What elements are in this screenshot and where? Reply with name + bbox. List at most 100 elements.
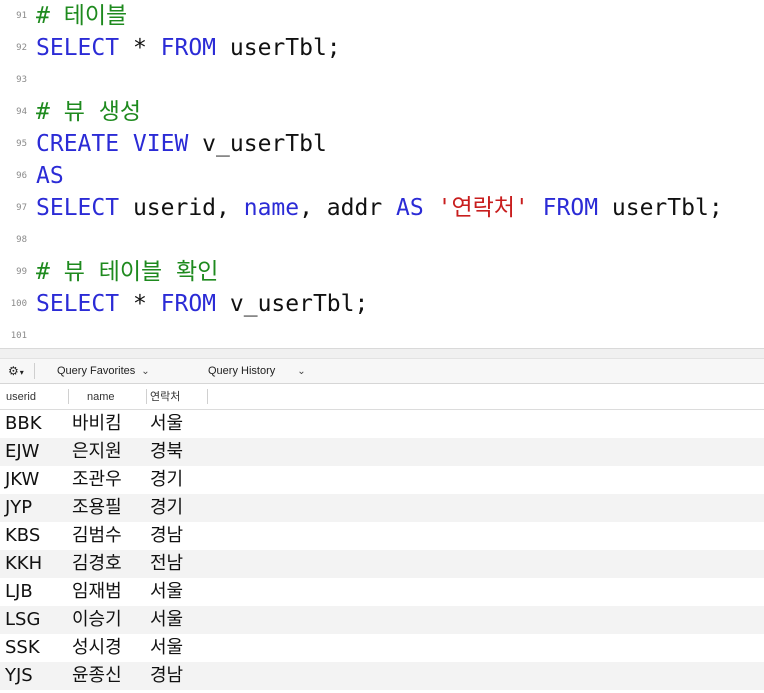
cell-name[interactable]: 바비킴 (72, 410, 122, 438)
code-text: SELECT userid, name, addr AS '연락처' FROM … (36, 192, 723, 224)
sql-keyword: FROM (160, 291, 217, 317)
sql-text: userTbl; (598, 195, 723, 221)
query-history-button[interactable]: Query History ⌄ (208, 359, 306, 383)
table-row[interactable]: KKH 김경호 전남 (0, 550, 764, 578)
cell-userid[interactable]: LJB (5, 578, 33, 606)
line-number: 95 (16, 139, 27, 149)
cell-name[interactable]: 임재범 (72, 578, 122, 606)
code-line[interactable]: 97 SELECT userid, name, addr AS '연락처' FRO… (0, 192, 764, 224)
cell-userid[interactable]: KKH (5, 550, 42, 578)
sql-text: * (119, 291, 161, 317)
table-row[interactable]: JKW 조관우 경기 (0, 466, 764, 494)
cell-name[interactable]: 김범수 (72, 522, 122, 550)
cell-name[interactable]: 성시경 (72, 634, 122, 662)
cell-userid[interactable]: JKW (5, 466, 39, 494)
results-header: userid name 연락처 (0, 384, 764, 410)
sql-keyword: SELECT (36, 35, 120, 61)
table-row[interactable]: JYP 조용필 경기 (0, 494, 764, 522)
results-grid: userid name 연락처 BBK 바비킴 서울 EJW 은지원 경북 JKW 조관우 경기… (0, 384, 764, 693)
sql-keyword: AS (36, 163, 64, 189)
query-favorites-button[interactable]: Query Favorites ⌄ (57, 359, 150, 383)
line-number: 97 (16, 203, 27, 213)
cell-name[interactable]: 조관우 (72, 466, 122, 494)
cell-contact[interactable]: 경남 (150, 662, 183, 690)
code-line[interactable]: 96 AS (0, 160, 764, 192)
cell-contact[interactable]: 서울 (150, 634, 183, 662)
code-text: # 뷰 테이블 확인 (36, 256, 218, 288)
table-row[interactable]: LJB 임재범 서울 (0, 578, 764, 606)
cell-userid[interactable]: EJW (5, 438, 39, 466)
cell-name[interactable]: 윤종신 (72, 662, 122, 690)
code-text: SELECT * FROM v_userTbl; (36, 288, 368, 320)
sql-text: * (119, 35, 161, 61)
line-number: 96 (16, 171, 27, 181)
table-row[interactable]: EJW 은지원 경북 (0, 438, 764, 466)
cell-contact[interactable]: 전남 (150, 550, 183, 578)
table-row[interactable]: KBS 김범수 경남 (0, 522, 764, 550)
chevron-down-icon: ▾ (19, 368, 24, 377)
gear-menu-button[interactable]: ⚙▾ (8, 359, 24, 383)
cell-userid[interactable]: YJS (5, 662, 33, 690)
line-number: 91 (16, 11, 27, 21)
chevron-down-icon: ⌄ (141, 366, 150, 377)
sql-keyword: SELECT (36, 291, 120, 317)
cell-name[interactable]: 은지원 (72, 438, 122, 466)
code-line[interactable]: 99 # 뷰 테이블 확인 (0, 256, 764, 288)
sql-keyword: FROM (542, 195, 599, 221)
code-line[interactable]: 93 (0, 64, 764, 96)
cell-contact[interactable]: 서울 (150, 606, 183, 634)
cell-contact[interactable]: 경기 (150, 494, 183, 522)
sql-keyword: CREATE VIEW (36, 131, 189, 157)
line-number: 99 (16, 267, 27, 277)
cell-contact[interactable]: 경북 (150, 438, 183, 466)
sql-comment: # 뷰 생성 (36, 99, 142, 125)
table-row[interactable]: LSG 이승기 서울 (0, 606, 764, 634)
line-number: 92 (16, 43, 27, 53)
code-line[interactable]: 92 SELECT * FROM userTbl; (0, 32, 764, 64)
cell-userid[interactable]: LSG (5, 606, 40, 634)
cell-userid[interactable]: JYP (5, 494, 32, 522)
cell-name[interactable]: 이승기 (72, 606, 122, 634)
cell-userid[interactable]: BBK (5, 410, 42, 438)
code-text: SELECT * FROM userTbl; (36, 32, 341, 64)
code-text: # 뷰 생성 (36, 96, 141, 128)
code-line[interactable]: 100 SELECT * FROM v_userTbl; (0, 288, 764, 320)
cell-contact[interactable]: 서울 (150, 410, 183, 438)
column-header-name[interactable]: name (68, 384, 146, 410)
sql-keyword: SELECT (36, 195, 120, 221)
sql-text: userid, (119, 195, 244, 221)
table-row[interactable]: BBK 바비킴 서울 (0, 410, 764, 438)
sql-text: v_userTbl; (216, 291, 369, 317)
sql-text: v_userTbl (188, 131, 327, 157)
cell-userid[interactable]: KBS (5, 522, 40, 550)
sql-text: , addr (299, 195, 397, 221)
column-header-userid[interactable]: userid (0, 384, 68, 410)
sql-text: userTbl; (216, 35, 341, 61)
code-line[interactable]: 94 # 뷰 생성 (0, 96, 764, 128)
query-toolbar: ⚙▾ Query Favorites ⌄ Query History ⌄ (0, 358, 764, 384)
sql-editor[interactable]: 91 # 테이블 92 SELECT * FROM userTbl; 93 94 # 뷰 생… (0, 0, 764, 348)
cell-userid[interactable]: SSK (5, 634, 40, 662)
sql-keyword: name (243, 195, 300, 221)
sql-string: '연락처' (437, 195, 529, 221)
code-line[interactable]: 95 CREATE VIEW v_userTbl (0, 128, 764, 160)
query-favorites-label: Query Favorites (57, 365, 136, 377)
line-number: 94 (16, 107, 27, 117)
line-number: 100 (10, 299, 27, 309)
cell-contact[interactable]: 경기 (150, 466, 183, 494)
cell-contact[interactable]: 서울 (150, 578, 183, 606)
table-row[interactable]: YJS 윤종신 경남 (0, 662, 764, 690)
code-line[interactable]: 98 (0, 224, 764, 256)
cell-name[interactable]: 김경호 (72, 550, 122, 578)
code-text: # 테이블 (36, 0, 127, 32)
query-history-label: Query History (208, 365, 276, 377)
split-divider[interactable] (0, 348, 764, 358)
code-line[interactable]: 91 # 테이블 (0, 0, 764, 32)
gear-icon: ⚙ (8, 364, 19, 378)
column-header-contact[interactable]: 연락처 (146, 384, 208, 410)
line-number: 93 (16, 75, 27, 85)
cell-contact[interactable]: 경남 (150, 522, 183, 550)
table-row[interactable]: SSK 성시경 서울 (0, 634, 764, 662)
cell-name[interactable]: 조용필 (72, 494, 122, 522)
